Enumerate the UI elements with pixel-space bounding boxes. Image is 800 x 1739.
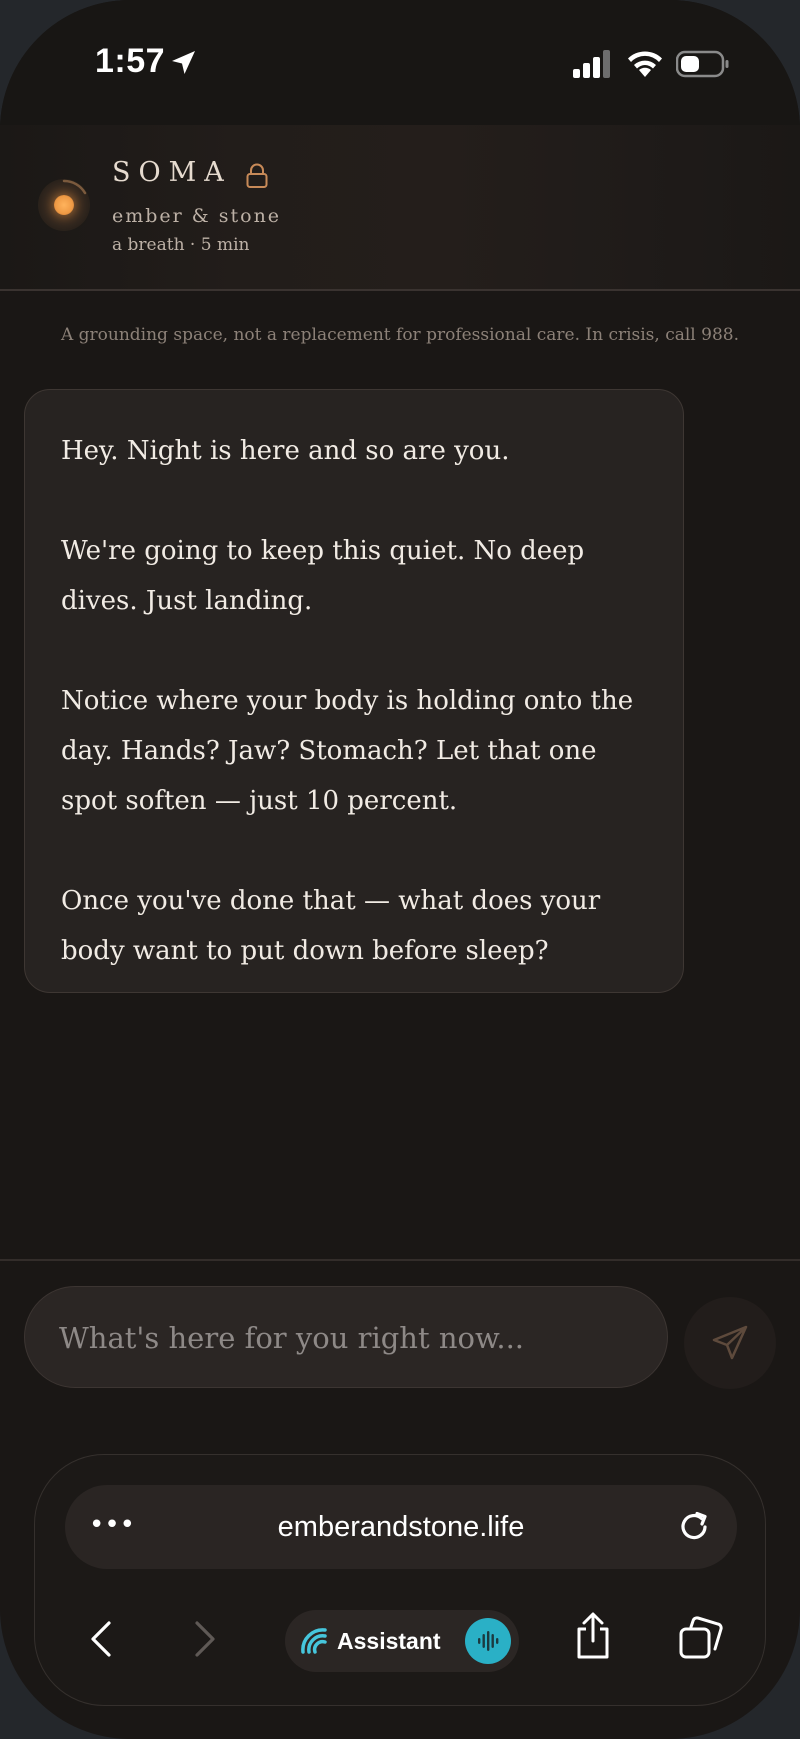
composer-divider xyxy=(0,1259,800,1261)
message-paragraph: We're going to keep this quiet. No deep … xyxy=(61,536,585,616)
assistant-icon xyxy=(301,1628,327,1654)
message-paragraph: Notice where your body is holding onto t… xyxy=(61,686,634,816)
message-composer[interactable] xyxy=(24,1286,668,1389)
back-icon[interactable] xyxy=(85,1619,115,1659)
message-paragraph: Hey. Night is here and so are you. xyxy=(61,436,510,466)
lock-icon xyxy=(246,163,268,188)
more-icon[interactable]: ••• xyxy=(89,1507,135,1547)
send-icon xyxy=(712,1325,748,1360)
message-input[interactable] xyxy=(57,1287,641,1389)
assistant-button[interactable]: Assistant xyxy=(285,1610,519,1672)
status-bar: 1:57 xyxy=(0,0,800,125)
address-bar[interactable]: ••• emberandstone.life xyxy=(65,1485,737,1569)
brand-subtitle: ember & stone xyxy=(112,205,282,227)
brand-title: SOMA xyxy=(112,157,232,188)
assistant-label: Assistant xyxy=(337,1628,441,1654)
share-icon[interactable] xyxy=(573,1611,613,1661)
status-time: 1:57 xyxy=(95,42,166,80)
tabs-icon[interactable] xyxy=(677,1615,725,1661)
signal-icon xyxy=(573,50,610,78)
forward-icon[interactable] xyxy=(191,1619,221,1659)
app-header: SOMA ember & stone a breath · 5 min xyxy=(0,125,800,291)
url-text[interactable]: emberandstone.life xyxy=(185,1485,617,1569)
voice-icon xyxy=(478,1631,499,1651)
assistant-message: Hey. Night is here and so are you. We're… xyxy=(24,389,684,993)
care-disclaimer: A grounding space, not a replacement for… xyxy=(60,325,740,345)
browser-toolbar: ••• emberandstone.life Assistant xyxy=(34,1454,766,1706)
voice-button[interactable] xyxy=(465,1618,511,1664)
phone-screen: 1:57 SOMA ember & stone a breath · 5 min… xyxy=(0,0,800,1739)
wifi-icon xyxy=(628,51,662,77)
message-paragraph: Once you've done that — what does your b… xyxy=(61,886,601,966)
location-arrow-icon xyxy=(172,51,195,74)
battery-icon xyxy=(676,50,729,78)
send-button[interactable] xyxy=(684,1297,776,1389)
orb-core xyxy=(54,195,74,215)
session-info: a breath · 5 min xyxy=(112,235,250,255)
reload-icon[interactable] xyxy=(675,1508,713,1546)
